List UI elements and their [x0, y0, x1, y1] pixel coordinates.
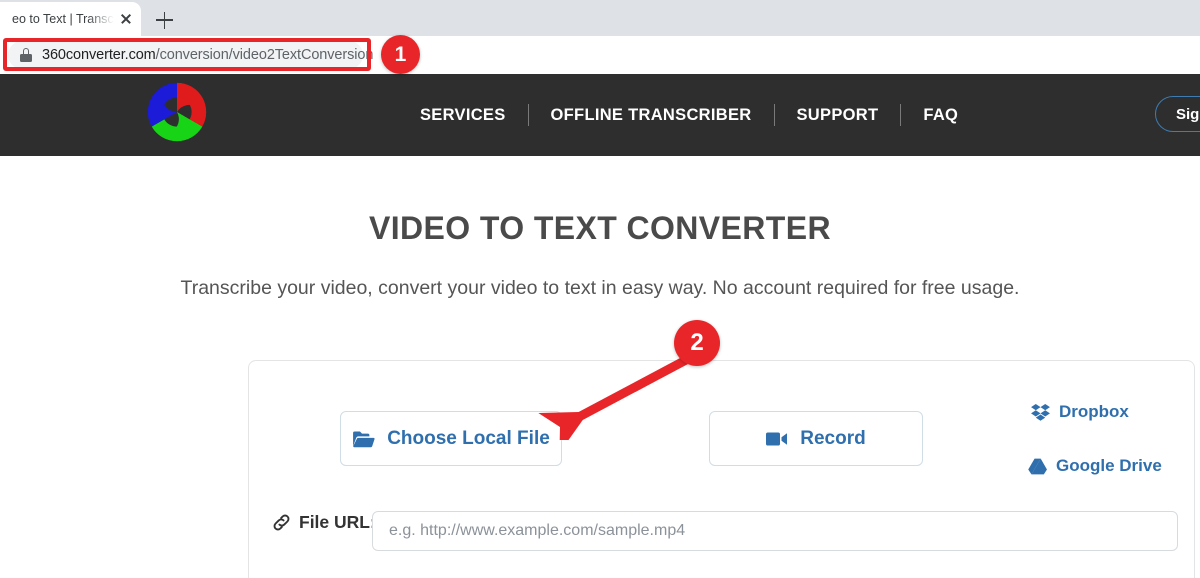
nav-divider: [528, 104, 529, 126]
choose-local-file-button[interactable]: Choose Local File: [340, 411, 562, 466]
address-bar[interactable]: 360converter.com/conversion/video2TextCo…: [8, 41, 363, 69]
choose-local-file-label: Choose Local File: [387, 428, 550, 450]
nav-divider: [900, 104, 901, 126]
new-tab-icon[interactable]: [150, 6, 178, 34]
folder-open-icon: [352, 430, 375, 448]
close-icon[interactable]: [117, 10, 135, 28]
file-url-label: File URL:: [299, 512, 376, 533]
url-path: /conversion/video2TextConversion: [156, 47, 374, 63]
google-drive-label: Google Drive: [1056, 456, 1162, 476]
nav-divider: [774, 104, 775, 126]
record-label: Record: [800, 428, 865, 450]
file-url-row: File URL:: [272, 512, 376, 533]
tricolor-pinwheel-logo[interactable]: [146, 81, 208, 143]
record-button[interactable]: Record: [709, 411, 923, 466]
omnibox-row: 360converter.com/conversion/video2TextCo…: [0, 36, 1200, 74]
nav-link-support[interactable]: SUPPORT: [797, 106, 879, 125]
tab-title: eo to Text | Transcrib: [12, 12, 117, 26]
dropbox-link[interactable]: Dropbox: [1031, 402, 1129, 422]
google-drive-icon: [1028, 458, 1047, 475]
sign-in-button[interactable]: Sign In: [1155, 96, 1200, 132]
dropbox-icon: [1031, 404, 1050, 421]
sign-in-label: Sign In: [1176, 106, 1200, 123]
nav-link-offline-transcriber[interactable]: OFFLINE TRANSCRIBER: [551, 106, 752, 125]
page-subtitle: Transcribe your video, convert your vide…: [0, 277, 1200, 300]
video-camera-icon: [766, 431, 788, 447]
url-text: 360converter.com/conversion/video2TextCo…: [42, 47, 373, 63]
browser-tab[interactable]: eo to Text | Transcrib: [0, 2, 141, 36]
url-host: 360converter.com: [42, 47, 156, 63]
google-drive-link[interactable]: Google Drive: [1028, 456, 1162, 476]
annotation-badge-2: 2: [674, 320, 720, 366]
link-chain-icon: [272, 513, 291, 532]
page-title: VIDEO TO TEXT CONVERTER: [0, 210, 1200, 247]
browser-chrome: eo to Text | Transcrib 360converter.com/…: [0, 0, 1200, 74]
file-url-input[interactable]: [372, 511, 1178, 551]
nav-link-services[interactable]: SERVICES: [420, 106, 506, 125]
nav-link-faq[interactable]: FAQ: [923, 106, 958, 125]
nav-links: SERVICES OFFLINE TRANSCRIBER SUPPORT FAQ: [420, 99, 958, 131]
lock-icon: [20, 48, 32, 62]
tab-strip: eo to Text | Transcrib: [0, 0, 1200, 36]
dropbox-label: Dropbox: [1059, 402, 1129, 422]
annotation-badge-1: 1: [381, 35, 420, 74]
